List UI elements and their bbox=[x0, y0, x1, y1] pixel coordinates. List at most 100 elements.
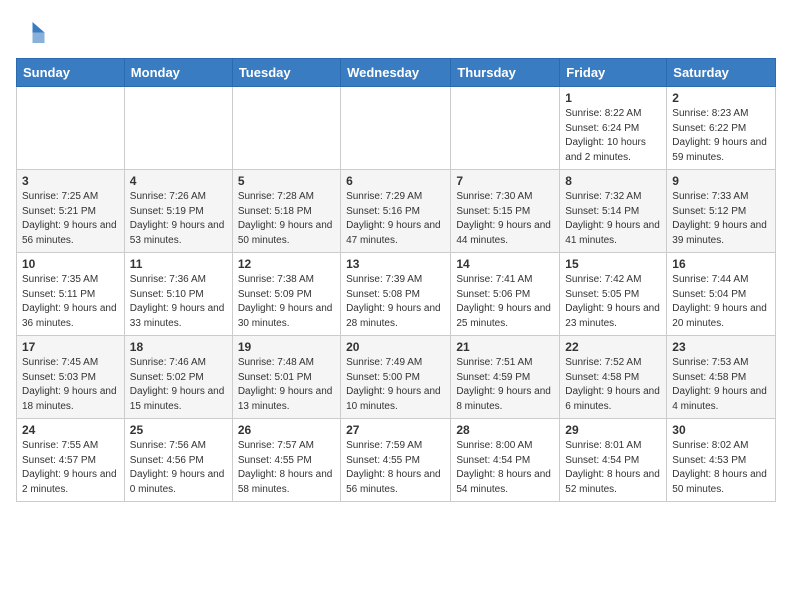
day-info: Sunrise: 7:48 AM Sunset: 5:01 PM Dayligh… bbox=[238, 356, 335, 414]
day-number: 29 bbox=[565, 423, 661, 437]
day-number: 22 bbox=[565, 340, 661, 354]
day-info: Sunrise: 7:52 AM Sunset: 4:58 PM Dayligh… bbox=[565, 356, 661, 414]
calendar-table: SundayMondayTuesdayWednesdayThursdayFrid… bbox=[16, 58, 776, 502]
day-number: 14 bbox=[456, 257, 554, 271]
day-number: 15 bbox=[565, 257, 661, 271]
calendar-cell: 8 Sunrise: 7:32 AM Sunset: 5:14 PM Daylig… bbox=[560, 170, 667, 253]
calendar-cell: 28 Sunrise: 8:00 AM Sunset: 4:54 PM Dayli… bbox=[451, 419, 560, 502]
day-number: 12 bbox=[238, 257, 335, 271]
calendar-cell: 24 Sunrise: 7:55 AM Sunset: 4:57 PM Dayli… bbox=[17, 419, 125, 502]
day-number: 26 bbox=[238, 423, 335, 437]
day-info: Sunrise: 7:38 AM Sunset: 5:09 PM Dayligh… bbox=[238, 273, 335, 331]
calendar-cell bbox=[232, 87, 340, 170]
day-info: Sunrise: 8:00 AM Sunset: 4:54 PM Dayligh… bbox=[456, 439, 554, 497]
day-number: 3 bbox=[22, 174, 119, 188]
day-info: Sunrise: 7:41 AM Sunset: 5:06 PM Dayligh… bbox=[456, 273, 554, 331]
weekday-header: Monday bbox=[124, 59, 232, 87]
calendar-cell: 9Sunrise: 7:33 AM Sunset: 5:12 PM Daylig… bbox=[667, 170, 776, 253]
day-info: Sunrise: 8:22 AM Sunset: 6:24 PM Dayligh… bbox=[565, 107, 661, 165]
calendar-cell: 6 Sunrise: 7:29 AM Sunset: 5:16 PM Daylig… bbox=[341, 170, 451, 253]
day-info: Sunrise: 7:45 AM Sunset: 5:03 PM Dayligh… bbox=[22, 356, 119, 414]
day-number: 16 bbox=[672, 257, 770, 271]
weekday-header: Friday bbox=[560, 59, 667, 87]
calendar-cell: 1 Sunrise: 8:22 AM Sunset: 6:24 PM Daylig… bbox=[560, 87, 667, 170]
calendar-cell bbox=[17, 87, 125, 170]
calendar-cell: 7 Sunrise: 7:30 AM Sunset: 5:15 PM Daylig… bbox=[451, 170, 560, 253]
day-number: 23 bbox=[672, 340, 770, 354]
day-number: 19 bbox=[238, 340, 335, 354]
day-info: Sunrise: 7:56 AM Sunset: 4:56 PM Dayligh… bbox=[130, 439, 227, 497]
calendar-week-row: 3 Sunrise: 7:25 AM Sunset: 5:21 PM Daylig… bbox=[17, 170, 776, 253]
header bbox=[16, 16, 776, 46]
weekday-header: Thursday bbox=[451, 59, 560, 87]
calendar-cell: 23 Sunrise: 7:53 AM Sunset: 4:58 PM Dayli… bbox=[667, 336, 776, 419]
day-info: Sunrise: 7:44 AM Sunset: 5:04 PM Dayligh… bbox=[672, 273, 770, 331]
weekday-header: Wednesday bbox=[341, 59, 451, 87]
day-info: Sunrise: 7:55 AM Sunset: 4:57 PM Dayligh… bbox=[22, 439, 119, 497]
day-info: Sunrise: 7:51 AM Sunset: 4:59 PM Dayligh… bbox=[456, 356, 554, 414]
day-info: Sunrise: 7:25 AM Sunset: 5:21 PM Dayligh… bbox=[22, 190, 119, 248]
calendar-week-row: 10Sunrise: 7:35 AM Sunset: 5:11 PM Dayli… bbox=[17, 253, 776, 336]
calendar-cell: 21 Sunrise: 7:51 AM Sunset: 4:59 PM Dayli… bbox=[451, 336, 560, 419]
day-info: Sunrise: 7:29 AM Sunset: 5:16 PM Dayligh… bbox=[346, 190, 445, 248]
calendar-cell: 5 Sunrise: 7:28 AM Sunset: 5:18 PM Daylig… bbox=[232, 170, 340, 253]
calendar-week-row: 17 Sunrise: 7:45 AM Sunset: 5:03 PM Dayli… bbox=[17, 336, 776, 419]
calendar-cell: 19 Sunrise: 7:48 AM Sunset: 5:01 PM Dayli… bbox=[232, 336, 340, 419]
calendar-cell: 29 Sunrise: 8:01 AM Sunset: 4:54 PM Dayli… bbox=[560, 419, 667, 502]
day-number: 11 bbox=[130, 257, 227, 271]
calendar-cell bbox=[451, 87, 560, 170]
calendar-cell: 10Sunrise: 7:35 AM Sunset: 5:11 PM Dayli… bbox=[17, 253, 125, 336]
day-info: Sunrise: 7:30 AM Sunset: 5:15 PM Dayligh… bbox=[456, 190, 554, 248]
day-number: 28 bbox=[456, 423, 554, 437]
day-info: Sunrise: 8:23 AM Sunset: 6:22 PM Dayligh… bbox=[672, 107, 770, 165]
day-info: Sunrise: 7:32 AM Sunset: 5:14 PM Dayligh… bbox=[565, 190, 661, 248]
calendar-cell: 2 Sunrise: 8:23 AM Sunset: 6:22 PM Daylig… bbox=[667, 87, 776, 170]
day-number: 27 bbox=[346, 423, 445, 437]
day-info: Sunrise: 8:01 AM Sunset: 4:54 PM Dayligh… bbox=[565, 439, 661, 497]
weekday-header: Tuesday bbox=[232, 59, 340, 87]
calendar-cell: 15Sunrise: 7:42 AM Sunset: 5:05 PM Dayli… bbox=[560, 253, 667, 336]
day-number: 4 bbox=[130, 174, 227, 188]
day-number: 25 bbox=[130, 423, 227, 437]
day-info: Sunrise: 7:57 AM Sunset: 4:55 PM Dayligh… bbox=[238, 439, 335, 497]
day-number: 21 bbox=[456, 340, 554, 354]
page: SundayMondayTuesdayWednesdayThursdayFrid… bbox=[0, 0, 792, 512]
day-number: 2 bbox=[672, 91, 770, 105]
day-info: Sunrise: 8:02 AM Sunset: 4:53 PM Dayligh… bbox=[672, 439, 770, 497]
day-number: 8 bbox=[565, 174, 661, 188]
day-number: 7 bbox=[456, 174, 554, 188]
day-number: 30 bbox=[672, 423, 770, 437]
day-number: 10 bbox=[22, 257, 119, 271]
weekday-header: Saturday bbox=[667, 59, 776, 87]
calendar-cell: 27 Sunrise: 7:59 AM Sunset: 4:55 PM Dayli… bbox=[341, 419, 451, 502]
day-info: Sunrise: 7:49 AM Sunset: 5:00 PM Dayligh… bbox=[346, 356, 445, 414]
calendar-cell: 3 Sunrise: 7:25 AM Sunset: 5:21 PM Daylig… bbox=[17, 170, 125, 253]
calendar-cell: 22 Sunrise: 7:52 AM Sunset: 4:58 PM Dayli… bbox=[560, 336, 667, 419]
day-info: Sunrise: 7:46 AM Sunset: 5:02 PM Dayligh… bbox=[130, 356, 227, 414]
day-number: 24 bbox=[22, 423, 119, 437]
calendar-cell: 12 Sunrise: 7:38 AM Sunset: 5:09 PM Dayli… bbox=[232, 253, 340, 336]
calendar-cell: 16 Sunrise: 7:44 AM Sunset: 5:04 PM Dayli… bbox=[667, 253, 776, 336]
calendar-cell bbox=[124, 87, 232, 170]
calendar-cell: 4Sunrise: 7:26 AM Sunset: 5:19 PM Daylig… bbox=[124, 170, 232, 253]
logo bbox=[16, 16, 50, 46]
day-info: Sunrise: 7:36 AM Sunset: 5:10 PM Dayligh… bbox=[130, 273, 227, 331]
calendar-cell: 25 Sunrise: 7:56 AM Sunset: 4:56 PM Dayli… bbox=[124, 419, 232, 502]
day-info: Sunrise: 7:53 AM Sunset: 4:58 PM Dayligh… bbox=[672, 356, 770, 414]
calendar-cell: 18Sunrise: 7:46 AM Sunset: 5:02 PM Dayli… bbox=[124, 336, 232, 419]
day-info: Sunrise: 7:28 AM Sunset: 5:18 PM Dayligh… bbox=[238, 190, 335, 248]
calendar-cell: 13Sunrise: 7:39 AM Sunset: 5:08 PM Dayli… bbox=[341, 253, 451, 336]
calendar-week-row: 24 Sunrise: 7:55 AM Sunset: 4:57 PM Dayli… bbox=[17, 419, 776, 502]
calendar-cell: 11 Sunrise: 7:36 AM Sunset: 5:10 PM Dayli… bbox=[124, 253, 232, 336]
calendar-cell bbox=[341, 87, 451, 170]
day-number: 17 bbox=[22, 340, 119, 354]
calendar-cell: 26 Sunrise: 7:57 AM Sunset: 4:55 PM Dayli… bbox=[232, 419, 340, 502]
day-number: 5 bbox=[238, 174, 335, 188]
day-number: 6 bbox=[346, 174, 445, 188]
logo-icon bbox=[16, 16, 46, 46]
day-number: 13 bbox=[346, 257, 445, 271]
weekday-header-row: SundayMondayTuesdayWednesdayThursdayFrid… bbox=[17, 59, 776, 87]
day-number: 1 bbox=[565, 91, 661, 105]
day-info: Sunrise: 7:59 AM Sunset: 4:55 PM Dayligh… bbox=[346, 439, 445, 497]
calendar-cell: 30 Sunrise: 8:02 AM Sunset: 4:53 PM Dayli… bbox=[667, 419, 776, 502]
